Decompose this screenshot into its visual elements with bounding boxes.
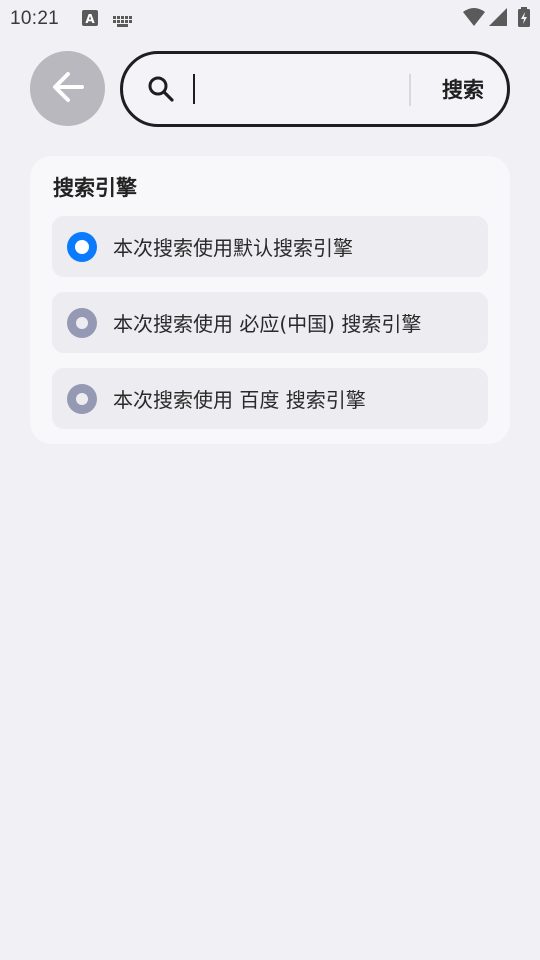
battery-icon [518, 7, 530, 31]
engine-option-baidu[interactable]: 本次搜索使用 百度 搜索引擎 [52, 368, 488, 429]
status-bar: 10:21 A [0, 0, 540, 36]
back-button[interactable] [30, 51, 105, 126]
status-time: 10:21 [10, 8, 60, 29]
wifi-icon [463, 8, 485, 30]
search-divider [409, 74, 411, 106]
text-input-notification-icon: A [82, 10, 98, 30]
search-input[interactable]: 搜索 [120, 51, 510, 127]
card-title: 搜索引擎 [53, 176, 137, 200]
search-row: 搜索 [0, 50, 540, 128]
engine-option-label: 本次搜索使用默认搜索引擎 [113, 236, 353, 260]
cellular-signal-icon [489, 8, 507, 30]
radio-selected-icon[interactable] [67, 232, 97, 262]
arrow-left-icon [48, 67, 88, 111]
search-button[interactable]: 搜索 [423, 54, 503, 124]
engine-option-bing[interactable]: 本次搜索使用 必应(中国) 搜索引擎 [52, 292, 488, 353]
radio-unselected-icon[interactable] [67, 384, 97, 414]
search-icon [147, 75, 175, 107]
text-caret [193, 74, 195, 104]
search-engine-card: 搜索引擎 本次搜索使用默认搜索引擎 本次搜索使用 必应(中国) 搜索引擎 本次搜… [30, 156, 510, 444]
svg-text:A: A [85, 12, 95, 26]
engine-option-label: 本次搜索使用 百度 搜索引擎 [113, 388, 366, 412]
radio-unselected-icon[interactable] [67, 308, 97, 338]
engine-option-label: 本次搜索使用 必应(中国) 搜索引擎 [113, 312, 422, 336]
keyboard-icon [113, 13, 133, 32]
engine-option-default[interactable]: 本次搜索使用默认搜索引擎 [52, 216, 488, 277]
